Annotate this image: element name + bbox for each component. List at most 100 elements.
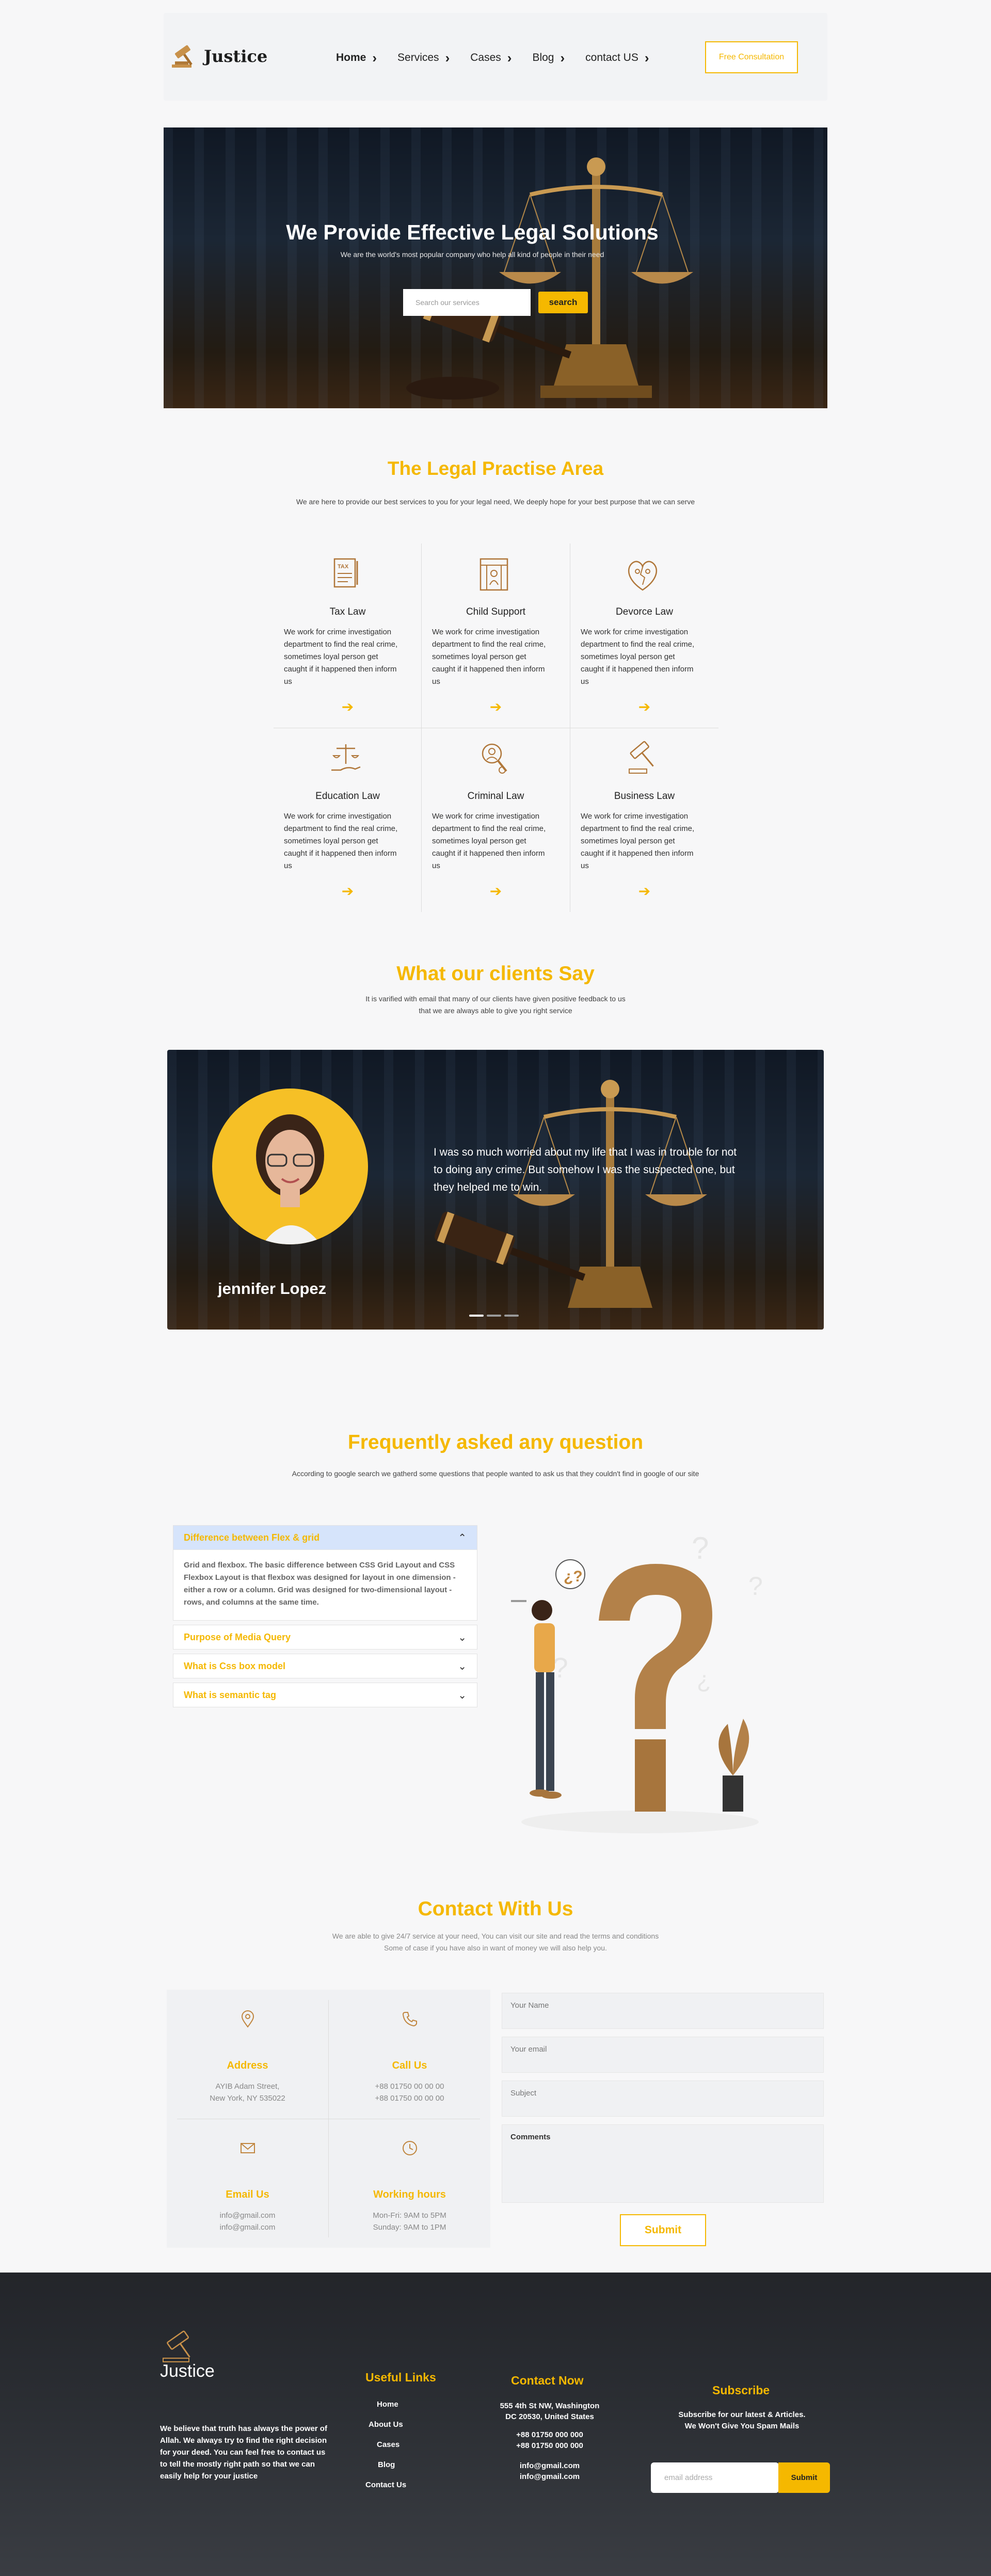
footer-link-contact[interactable]: Contact Us <box>365 2481 448 2489</box>
nav-item-contact[interactable]: contact US › <box>585 51 649 65</box>
practice-desc: We work for crime investigation departme… <box>432 812 546 870</box>
practice-name: Tax Law <box>329 606 366 617</box>
practice-card: Business Law We work for crime investiga… <box>570 728 718 912</box>
arrow-right-icon[interactable]: ➔ <box>422 883 570 900</box>
contact-box-title: Call Us <box>392 2060 427 2071</box>
question-mark-illustration: ? ? ? ¿ ¿? <box>511 1531 763 1833</box>
faq-question[interactable]: Purpose of Media Query ⌄ <box>173 1625 477 1649</box>
search-button[interactable]: search <box>538 292 588 313</box>
faq-answer: Grid and flexbox. The basic difference b… <box>173 1549 477 1620</box>
subject-field[interactable]: Subject <box>502 2081 824 2117</box>
arrow-right-icon[interactable]: ➔ <box>422 698 570 715</box>
contact-box-call: Call Us +88 01750 00 00 00 +88 01750 00 … <box>329 1990 490 2119</box>
chevron-right-icon: › <box>560 50 565 66</box>
contact-subtitle-1: We are able to give 24/7 service at your… <box>332 1932 659 1940</box>
practice-card: Education Law We work for crime investig… <box>274 728 422 912</box>
chevron-up-icon: ⌃ <box>458 1532 467 1544</box>
arrow-right-icon[interactable]: ➔ <box>274 883 422 900</box>
faq-item[interactable]: What is semantic tag ⌄ <box>173 1683 477 1707</box>
slider-dot[interactable] <box>504 1315 519 1317</box>
contact-box-line: info@gmail.com <box>219 2211 276 2220</box>
contact-box-title: Working hours <box>373 2189 446 2200</box>
faq-question[interactable]: What is semantic tag ⌄ <box>173 1683 477 1707</box>
svg-text:¿: ¿ <box>697 1667 711 1693</box>
footer-email: info@gmail.com <box>519 2472 580 2481</box>
svg-text:?: ? <box>692 1531 709 1565</box>
contact-subtitle-2: Some of case if you have also in want of… <box>384 1944 607 1952</box>
practice-desc: We work for crime investigation departme… <box>581 812 695 870</box>
gavel-logo-icon <box>163 2330 190 2362</box>
slider-dot[interactable] <box>469 1315 484 1317</box>
nav-label: Services <box>397 52 439 63</box>
footer-link-cases[interactable]: Cases <box>377 2440 448 2449</box>
email-field[interactable]: Your email <box>502 2037 824 2073</box>
footer-email: info@gmail.com <box>519 2461 580 2470</box>
brand-logo[interactable]: Justice <box>169 44 267 69</box>
divorce-icon <box>628 561 658 591</box>
practice-name: Business Law <box>614 791 675 802</box>
comments-field[interactable]: Comments <box>502 2124 824 2203</box>
faq-question-text: What is Css box model <box>184 1660 286 1671</box>
contact-box-email: Email Us info@gmail.com info@gmail.com <box>167 2119 328 2248</box>
faq-item[interactable]: Difference between Flex & grid ⌃ Grid and… <box>173 1525 477 1621</box>
footer-description: We believe that truth has always the pow… <box>160 2424 327 2481</box>
practice-card: TAX Tax Law We work for crime investigat… <box>274 543 422 728</box>
practice-card: Criminal Law We work for crime investiga… <box>422 728 570 912</box>
subscribe-line: Subscribe for our latest & Articles. <box>678 2410 806 2419</box>
footer-phone: +88 01750 000 000 <box>516 2441 583 2450</box>
contact-info-panel: Address AYIB Adam Street, New York, NY 5… <box>167 1990 490 2248</box>
chevron-down-icon: ⌄ <box>458 1689 467 1701</box>
contact-box-line: Sunday: 9AM to 1PM <box>373 2223 446 2232</box>
contact-box-line: AYIB Adam Street, <box>215 2082 280 2091</box>
footer-link-home[interactable]: Home <box>377 2400 448 2409</box>
footer-address: 555 4th St NW, Washington <box>500 2402 600 2410</box>
chevron-down-icon: ⌄ <box>458 1660 467 1672</box>
footer-contact-title: Contact Now <box>511 2374 584 2387</box>
arrow-right-icon[interactable]: ➔ <box>570 883 718 900</box>
contact-box-title: Email Us <box>226 2189 269 2200</box>
practice-card: Devorce Law We work for crime investigat… <box>570 543 718 728</box>
practice-desc: We work for crime investigation departme… <box>284 628 398 686</box>
contact-box-hours: Working hours Mon-Fri: 9AM to 5PM Sunday… <box>329 2119 490 2248</box>
newsletter-submit-button[interactable]: Submit <box>778 2462 830 2493</box>
arrow-right-icon[interactable]: ➔ <box>570 698 718 715</box>
faq-item[interactable]: Purpose of Media Query ⌄ <box>173 1625 477 1650</box>
practice-subtitle: We are here to provide our best services… <box>296 498 695 506</box>
scales-of-justice-illustration <box>434 1080 707 1308</box>
practice-desc: We work for crime investigation departme… <box>432 628 546 686</box>
site-header: Justice Home › Services › Cases › Blog › con… <box>164 13 827 101</box>
name-field[interactable]: Your Name <box>502 1993 824 2029</box>
practice-card: Child Support We work for crime investig… <box>422 543 570 728</box>
svg-text:TAX: TAX <box>338 564 349 570</box>
service-search-input[interactable]: Search our services <box>403 289 531 316</box>
practice-name: Devorce Law <box>616 606 673 617</box>
submit-button[interactable]: Submit <box>620 2214 706 2246</box>
free-consultation-button[interactable]: Free Consultation <box>705 41 798 73</box>
chevron-down-icon: ⌄ <box>458 1631 467 1643</box>
footer-link-blog[interactable]: Blog <box>378 2460 448 2469</box>
nav-item-home[interactable]: Home › <box>336 51 377 65</box>
footer-contact-details: 555 4th St NW, Washington DC 20530, Unit… <box>490 2401 609 2482</box>
practice-title: The Legal Practise Area <box>387 458 604 479</box>
faq-subtitle: According to google search we gatherd so… <box>292 1469 699 1478</box>
newsletter-email-input[interactable]: email address <box>651 2462 779 2493</box>
hero-title: We Provide Effective Legal Solutions <box>286 220 659 244</box>
contact-box-line: +88 01750 00 00 00 <box>375 2094 444 2103</box>
arrow-right-icon[interactable]: ➔ <box>274 698 422 715</box>
faq-title: Frequently asked any question <box>347 1431 644 1453</box>
practice-name: Child Support <box>466 606 526 617</box>
testimonial-slider: I was so much worried about my life that… <box>167 1050 824 1330</box>
nav-item-services[interactable]: Services › <box>397 51 450 65</box>
footer-subscribe-title: Subscribe <box>712 2383 770 2397</box>
faq-question[interactable]: Difference between Flex & grid ⌃ <box>173 1526 477 1549</box>
testimonial-quote: I was so much worried about my life that… <box>434 1146 737 1193</box>
nav-item-cases[interactable]: Cases › <box>470 51 512 65</box>
slider-dot[interactable] <box>487 1315 501 1317</box>
contact-box-line: info@gmail.com <box>219 2223 276 2232</box>
nav-item-blog[interactable]: Blog › <box>532 51 565 65</box>
contact-box-line: New York, NY 535022 <box>210 2094 285 2103</box>
footer-link-about[interactable]: About Us <box>369 2420 448 2429</box>
faq-item[interactable]: What is Css box model ⌄ <box>173 1654 477 1678</box>
faq-question[interactable]: What is Css box model ⌄ <box>173 1654 477 1678</box>
envelope-icon <box>241 2143 255 2153</box>
